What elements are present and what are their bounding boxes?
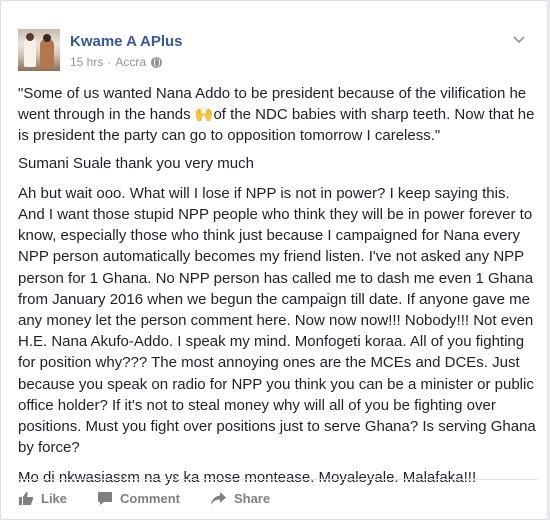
post-time[interactable]: 15 hrs: [70, 55, 103, 69]
post-meta: 15 hrs · Accra: [70, 55, 163, 69]
share-label: Share: [233, 490, 271, 506]
meta-separator: ·: [107, 55, 112, 69]
post-location[interactable]: Accra: [115, 55, 146, 69]
avatar[interactable]: [18, 29, 60, 71]
like-label: Like: [41, 490, 68, 506]
comment-icon: [98, 491, 113, 505]
globe-icon: [151, 56, 163, 68]
post-header: Kwame A APlus 15 hrs · Accra: [18, 29, 538, 75]
chevron-down-icon[interactable]: [513, 35, 525, 45]
author-name[interactable]: Kwame A APlus: [70, 33, 183, 50]
comment-button[interactable]: Comment: [97, 481, 180, 506]
comment-label: Comment: [120, 490, 180, 506]
share-button[interactable]: Share: [210, 481, 270, 506]
post-content: "Some of us wanted Nana Addo to be presi…: [18, 83, 538, 498]
post-paragraph: "Some of us wanted Nana Addo to be presi…: [18, 85, 535, 145]
like-button[interactable]: Like: [18, 481, 67, 506]
post-card: Kwame A APlus 15 hrs · Accra "Some of us…: [0, 0, 548, 520]
share-icon: [210, 491, 226, 505]
post-paragraph: Ah but wait ooo. What will I lose if NPP…: [18, 184, 536, 457]
like-icon: [19, 491, 34, 505]
post-paragraph: Sumani Suale thank you very much: [18, 154, 254, 172]
action-bar: Like Comment Share: [18, 479, 538, 506]
